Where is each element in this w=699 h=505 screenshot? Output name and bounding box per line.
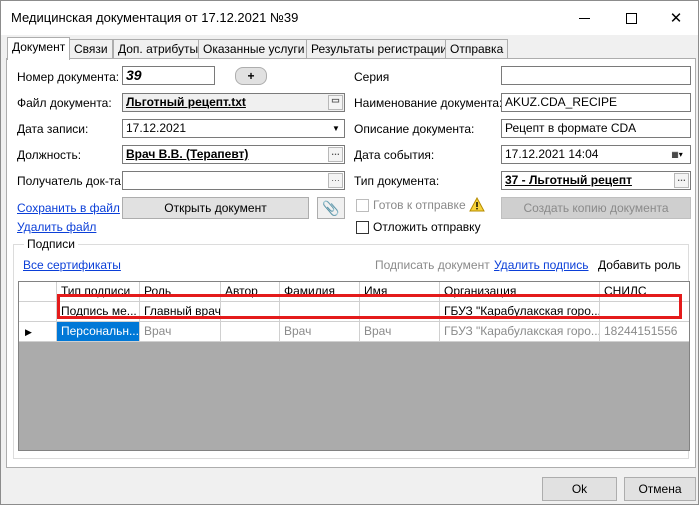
tab-services[interactable]: Оказанные услуги [198,39,310,59]
doc-type-field[interactable]: 37 - Льготный рецепт … [501,171,691,190]
create-copy-button[interactable]: Создать копию документа [501,197,691,219]
doc-desc-label: Описание документа: [354,122,475,136]
window-title: Медицинская документация от 17.12.2021 №… [11,10,299,25]
calendar-icon[interactable]: ▦▾ [664,146,690,163]
table-cell[interactable]: Врач [360,322,440,342]
paperclip-icon: 📎 [322,199,340,216]
title-bar: Медицинская документация от 17.12.2021 №… [1,1,698,35]
close-icon: ✕ [669,10,683,27]
add-button[interactable]: + [235,67,267,85]
delete-signature-link[interactable]: Удалить подпись [494,258,589,272]
table-cell[interactable]: Врач [280,322,360,342]
doc-number-label: Номер документа: [17,70,120,84]
table-cell[interactable]: Врач [140,322,221,342]
tab-registration-results[interactable]: Результаты регистрации [306,39,453,59]
record-date-label: Дата записи: [17,122,89,136]
doc-name-field[interactable]: AKUZ.CDA_RECIPE [501,93,691,112]
position-field[interactable]: Врач В.В. (Терапевт) … [122,145,345,164]
postpone-send-label: Отложить отправку [373,220,481,234]
recipient-select-button[interactable]: … [328,173,343,188]
save-file-link[interactable]: Сохранить в файл [17,201,120,215]
dialog-window: Медицинская документация от 17.12.2021 №… [0,0,699,505]
maximize-button[interactable] [608,1,654,35]
position-select-button[interactable]: … [328,147,343,162]
signatures-group-title: Подписи [24,237,78,251]
doc-type-label: Тип документа: [354,174,440,188]
file-label: Файл документа: [17,96,112,110]
record-date-field[interactable]: 17.12.2021 ▼ [122,119,345,138]
close-button[interactable]: ✕ [653,1,699,35]
position-value: Врач В.В. (Терапевт) [126,147,249,161]
all-certificates-link[interactable]: Все сертификаты [23,258,121,272]
doc-number-field[interactable]: 39 [122,66,215,85]
doc-desc-field[interactable]: Рецепт в формате CDA [501,119,691,138]
postpone-send-checkbox[interactable] [356,221,369,234]
minimize-icon [578,17,590,19]
series-field[interactable] [501,66,691,85]
event-date-field[interactable]: 17.12.2021 14:04 ▦▾ [501,145,691,164]
add-role-button[interactable]: Добавить роль [598,258,681,272]
file-value: Льготный рецепт.txt [126,95,246,109]
position-label: Должность: [17,148,82,162]
ok-button[interactable]: Ok [542,477,617,501]
delete-file-link[interactable]: Удалить файл [17,220,96,234]
tab-extra-attributes[interactable]: Доп. атрибуты [113,39,204,59]
cancel-button[interactable]: Отмена [624,477,696,501]
file-browse-button[interactable]: ▭ [328,95,343,110]
recipient-field[interactable]: … [122,171,345,190]
row-indicator [19,302,57,322]
minimize-button[interactable] [561,1,607,35]
row-indicator-header [19,282,57,302]
selected-row-highlight [57,294,682,319]
file-field[interactable]: Льготный рецепт.txt ▭ [122,93,345,112]
maximize-icon [625,12,637,24]
event-date-label: Дата события: [354,148,435,162]
doc-name-label: Наименование документа: [354,96,503,110]
recipient-label: Получатель док-та [17,174,121,188]
warning-icon [469,197,485,212]
event-date-value: 17.12.2021 14:04 [505,147,599,161]
doc-type-select-button[interactable]: … [674,173,689,188]
series-label: Серия [354,70,390,84]
table-cell[interactable]: Персональн... [57,322,140,342]
table-row[interactable]: ▶ Персональн... Врач Врач Врач ГБУЗ "Кар… [19,322,689,342]
ready-to-send-label: Готов к отправке [373,198,466,212]
tab-links[interactable]: Связи [69,39,113,59]
tab-sending[interactable]: Отправка [445,39,509,59]
chevron-down-icon[interactable]: ▼ [328,120,344,137]
attach-button[interactable]: 📎 [317,197,345,219]
ready-to-send-checkbox[interactable] [356,199,369,212]
table-cell[interactable]: ГБУЗ "Карабулакская горо... [440,322,600,342]
sign-document-button[interactable]: Подписать документ [375,258,490,272]
doc-type-value: 37 - Льготный рецепт [505,173,632,187]
open-document-button[interactable]: Открыть документ [122,197,309,219]
table-cell[interactable] [221,322,280,342]
tab-document[interactable]: Документ [7,37,71,60]
table-cell[interactable]: 18244151556 [600,322,689,342]
current-row-icon: ▶ [19,322,57,342]
record-date-value: 17.12.2021 [126,121,187,135]
